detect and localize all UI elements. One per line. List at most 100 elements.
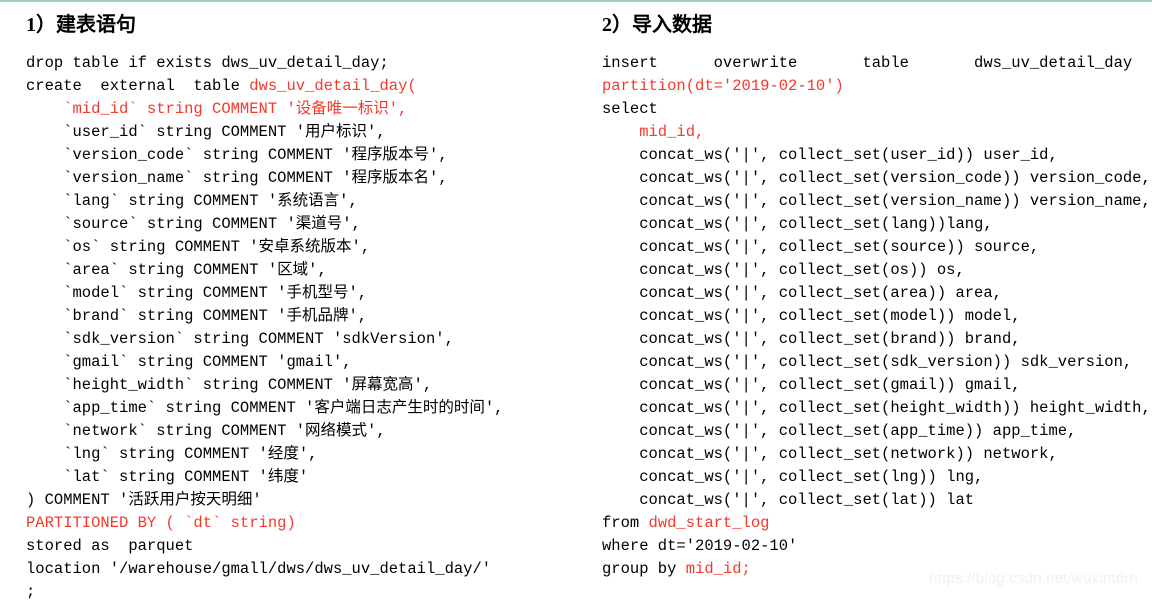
code-token: `lng` string COMMENT '经度', [26, 445, 318, 463]
code-line: concat_ws('|', collect_set(os)) os, [602, 259, 1152, 282]
code-token: insert overwrite table dws_uv_detail_day [602, 54, 1133, 72]
code-line: `area` string COMMENT '区域', [26, 259, 576, 282]
code-token: select [602, 100, 658, 118]
code-line: concat_ws('|', collect_set(source)) sour… [602, 236, 1152, 259]
code-token: location '/warehouse/gmall/dws/dws_uv_de… [26, 560, 492, 578]
code-token: ) COMMENT '活跃用户按天明细' [26, 491, 262, 509]
code-line: `mid_id` string COMMENT '设备唯一标识', [26, 98, 576, 121]
code-line: concat_ws('|', collect_set(brand)) brand… [602, 328, 1152, 351]
code-token: from [602, 514, 649, 532]
code-line: create external table dws_uv_detail_day( [26, 75, 576, 98]
code-line: concat_ws('|', collect_set(lang))lang, [602, 213, 1152, 236]
code-line: `version_code` string COMMENT '程序版本号', [26, 144, 576, 167]
code-token: concat_ws('|', collect_set(app_time)) ap… [602, 422, 1077, 440]
code-token: concat_ws('|', collect_set(height_width)… [602, 399, 1151, 417]
code-line: select [602, 98, 1152, 121]
code-line: location '/warehouse/gmall/dws/dws_uv_de… [26, 558, 576, 581]
code-line: concat_ws('|', collect_set(user_id)) use… [602, 144, 1152, 167]
code-line: concat_ws('|', collect_set(app_time)) ap… [602, 420, 1152, 443]
code-token: where dt='2019-02-10' [602, 537, 798, 555]
code-line: `lng` string COMMENT '经度', [26, 443, 576, 466]
code-token: concat_ws('|', collect_set(version_name)… [602, 192, 1151, 210]
code-token: concat_ws('|', collect_set(area)) area, [602, 284, 1002, 302]
section-heading-create-table: 1）建表语句 [26, 14, 136, 36]
section-load-data: 2）导入数据 insert overwrite table dws_uv_det… [576, 2, 1152, 581]
code-token: concat_ws('|', collect_set(gmail)) gmail… [602, 376, 1021, 394]
code-token: group by [602, 560, 686, 578]
code-line: concat_ws('|', collect_set(lat)) lat [602, 489, 1152, 512]
section-create-table: 1）建表语句 drop table if exists dws_uv_detai… [0, 2, 576, 604]
code-token: concat_ws('|', collect_set(lang))lang, [602, 215, 993, 233]
code-token-highlight: `mid_id` string COMMENT '设备唯一标识', [26, 100, 408, 118]
code-token: `lat` string COMMENT '纬度' [26, 468, 309, 486]
code-token: concat_ws('|', collect_set(os)) os, [602, 261, 965, 279]
code-line: concat_ws('|', collect_set(gmail)) gmail… [602, 374, 1152, 397]
code-line: partition(dt='2019-02-10') [602, 75, 1152, 98]
code-line: `lat` string COMMENT '纬度' [26, 466, 576, 489]
code-token: concat_ws('|', collect_set(sdk_version))… [602, 353, 1133, 371]
code-line: mid_id, [602, 121, 1152, 144]
code-line: from dwd_start_log [602, 512, 1152, 535]
section-heading-load-data: 2）导入数据 [602, 14, 712, 36]
code-line: `height_width` string COMMENT '屏幕宽高', [26, 374, 576, 397]
code-line: PARTITIONED BY ( `dt` string) [26, 512, 576, 535]
code-line: `lang` string COMMENT '系统语言', [26, 190, 576, 213]
code-token: concat_ws('|', collect_set(network)) net… [602, 445, 1058, 463]
code-line: `os` string COMMENT '安卓系统版本', [26, 236, 576, 259]
code-token-highlight: dwd_start_log [648, 514, 770, 532]
code-line: `user_id` string COMMENT '用户标识', [26, 121, 576, 144]
code-token: `network` string COMMENT '网络模式', [26, 422, 386, 440]
code-line: `brand` string COMMENT '手机品牌', [26, 305, 576, 328]
code-token: `source` string COMMENT '渠道号', [26, 215, 361, 233]
code-line: `model` string COMMENT '手机型号', [26, 282, 576, 305]
page-content: 1）建表语句 drop table if exists dws_uv_detai… [0, 2, 1152, 601]
code-line: concat_ws('|', collect_set(network)) net… [602, 443, 1152, 466]
code-token: `lang` string COMMENT '系统语言', [26, 192, 358, 210]
code-line: stored as parquet [26, 535, 576, 558]
code-block-load-data: insert overwrite table dws_uv_detail_day… [602, 52, 1152, 581]
code-line: concat_ws('|', collect_set(model)) model… [602, 305, 1152, 328]
code-line: `app_time` string COMMENT '客户端日志产生时的时间', [26, 397, 576, 420]
code-token: `height_width` string COMMENT '屏幕宽高', [26, 376, 433, 394]
code-line: `gmail` string COMMENT 'gmail', [26, 351, 576, 374]
code-token: `user_id` string COMMENT '用户标识', [26, 123, 386, 141]
code-token: concat_ws('|', collect_set(model)) model… [602, 307, 1021, 325]
code-token: `version_name` string COMMENT '程序版本名', [26, 169, 448, 187]
code-token: concat_ws('|', collect_set(brand)) brand… [602, 330, 1021, 348]
code-token: `sdk_version` string COMMENT 'sdkVersion… [26, 330, 454, 348]
code-token-highlight: PARTITIONED BY ( `dt` string) [26, 514, 296, 532]
code-line: concat_ws('|', collect_set(version_name)… [602, 190, 1152, 213]
code-line: concat_ws('|', collect_set(height_width)… [602, 397, 1152, 420]
code-token: `brand` string COMMENT '手机品牌', [26, 307, 368, 325]
code-token: drop table if exists dws_uv_detail_day; [26, 54, 389, 72]
code-token: `area` string COMMENT '区域', [26, 261, 327, 279]
code-token: concat_ws('|', collect_set(lng)) lng, [602, 468, 984, 486]
code-line: concat_ws('|', collect_set(version_code)… [602, 167, 1152, 190]
code-token-highlight: partition(dt='2019-02-10') [602, 77, 844, 95]
code-token: ; [26, 583, 36, 601]
code-token: create external table [26, 77, 250, 95]
code-line: where dt='2019-02-10' [602, 535, 1152, 558]
code-line: drop table if exists dws_uv_detail_day; [26, 52, 576, 75]
code-line: concat_ws('|', collect_set(sdk_version))… [602, 351, 1152, 374]
code-line: ) COMMENT '活跃用户按天明细' [26, 489, 576, 512]
code-line: concat_ws('|', collect_set(area)) area, [602, 282, 1152, 305]
code-token-highlight: mid_id; [685, 560, 751, 578]
code-token: `gmail` string COMMENT 'gmail', [26, 353, 352, 371]
code-token: stored as parquet [26, 537, 194, 555]
code-line: `sdk_version` string COMMENT 'sdkVersion… [26, 328, 576, 351]
code-token-highlight: dws_uv_detail_day( [249, 77, 417, 95]
csdn-watermark: https://blog.csdn.net/wuxintdrh [929, 570, 1138, 587]
code-line: `source` string COMMENT '渠道号', [26, 213, 576, 236]
code-token: `os` string COMMENT '安卓系统版本', [26, 238, 371, 256]
code-token: `model` string COMMENT '手机型号', [26, 284, 368, 302]
code-line: insert overwrite table dws_uv_detail_day [602, 52, 1152, 75]
code-token: `app_time` string COMMENT '客户端日志产生时的时间', [26, 399, 504, 417]
code-token: concat_ws('|', collect_set(user_id)) use… [602, 146, 1058, 164]
code-line: `version_name` string COMMENT '程序版本名', [26, 167, 576, 190]
code-line: concat_ws('|', collect_set(lng)) lng, [602, 466, 1152, 489]
code-token: concat_ws('|', collect_set(lat)) lat [602, 491, 975, 509]
code-block-create-table: drop table if exists dws_uv_detail_day;c… [26, 52, 576, 604]
code-line: ; [26, 581, 576, 604]
code-token-highlight: mid_id, [602, 123, 705, 141]
